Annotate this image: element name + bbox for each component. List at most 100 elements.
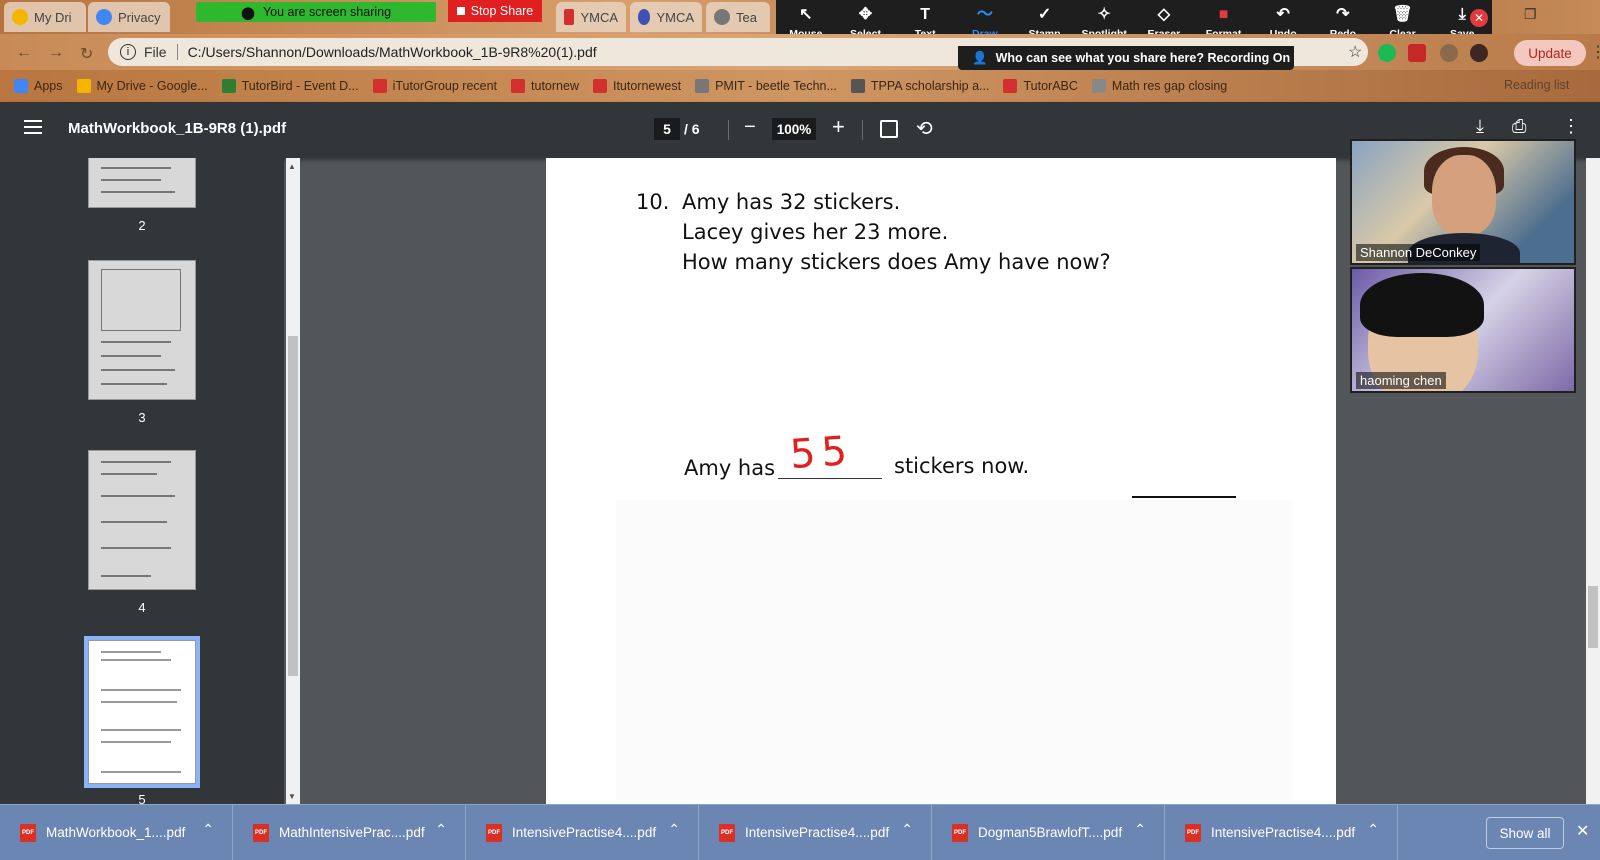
download-item[interactable]: PDF MathIntensivePrac....pdf ⌃: [233, 804, 466, 860]
stop-icon: [456, 7, 465, 15]
bookmark-item[interactable]: PMIT - beetle Techn...: [695, 79, 837, 93]
download-filename: MathIntensivePrac....pdf: [279, 825, 425, 840]
participant-video-shannon[interactable]: Shannon DeConkey: [1350, 139, 1576, 265]
page-lower-area: [616, 500, 1292, 800]
bookmark-star-icon[interactable]: ☆: [1348, 42, 1362, 62]
puzzle-icon[interactable]: [1440, 44, 1458, 62]
download-icon[interactable]: ⤓: [1476, 116, 1484, 137]
mouse-icon: ↖: [799, 5, 813, 23]
scroll-down-icon[interactable]: ▼: [288, 792, 296, 801]
recording-notice[interactable]: 👤 Who can see what you share here? Record…: [958, 46, 1294, 70]
download-filename: MathWorkbook_1....pdf: [46, 825, 186, 840]
download-item[interactable]: PDF IntensivePractise4....pdf ⌃: [699, 804, 932, 860]
profile-avatar[interactable]: [1470, 44, 1488, 62]
page-number-input[interactable]: 5: [654, 118, 680, 140]
update-button[interactable]: Update: [1514, 40, 1586, 66]
back-icon[interactable]: ←: [16, 44, 32, 62]
bookmark-icon: [511, 79, 526, 93]
thumbnail-page-4[interactable]: [88, 450, 196, 590]
info-icon[interactable]: i: [120, 44, 136, 60]
thumbnail-label: 3: [138, 410, 146, 425]
zoom-in-icon[interactable]: +: [832, 114, 845, 140]
bookmark-item[interactable]: TPPA scholarship a...: [850, 79, 989, 93]
handwritten-answer: 55: [788, 427, 855, 479]
scroll-up-icon[interactable]: ▲: [288, 162, 296, 171]
reading-list[interactable]: Reading list: [1504, 78, 1569, 92]
close-annotation-icon[interactable]: ✕: [1470, 9, 1488, 27]
bookmark-label: TutorABC: [1023, 79, 1078, 93]
restore-window-icon[interactable]: ❐: [1524, 6, 1537, 23]
chevron-up-icon[interactable]: ⌃: [1367, 821, 1379, 838]
bookmark-icon: [1003, 79, 1018, 93]
bookmark-item[interactable]: My Drive - Google...: [76, 79, 208, 93]
close-downloads-icon[interactable]: ✕: [1576, 821, 1589, 841]
tab-teams[interactable]: Tea: [706, 2, 770, 32]
browser-menu-icon[interactable]: ⋮: [1590, 42, 1600, 62]
answer-blank: [778, 478, 882, 479]
forward-icon[interactable]: →: [48, 44, 64, 62]
extension-icon[interactable]: [1378, 44, 1396, 62]
chevron-up-icon[interactable]: ⌃: [901, 821, 913, 838]
question-number: 10.: [636, 190, 670, 214]
chevron-up-icon[interactable]: ⌃: [435, 821, 447, 838]
reload-icon[interactable]: ↻: [80, 44, 93, 64]
bookmark-item[interactable]: TutorBird - Event D...: [221, 79, 359, 93]
pdf-file-icon: PDF: [952, 823, 968, 842]
eraser-icon: ◇: [1157, 5, 1171, 23]
bookmark-icon: [221, 79, 236, 93]
sidebar-scroll-thumb[interactable]: [288, 336, 298, 676]
tab-ymca-1[interactable]: YMCA: [556, 2, 626, 32]
zoom-input[interactable]: 100%: [772, 118, 816, 140]
answer-suffix: stickers now.: [894, 454, 1030, 478]
chevron-up-icon[interactable]: ⌃: [202, 821, 214, 838]
bookmark-item[interactable]: iTutorGroup recent: [372, 79, 497, 93]
bookmark-label: Itutornewest: [612, 79, 682, 93]
stop-share-button[interactable]: Stop Share: [448, 0, 542, 22]
select-icon: ✥: [858, 5, 873, 23]
url-text[interactable]: C:/Users/Shannon/Downloads/MathWorkbook_…: [188, 44, 597, 60]
bookmark-item[interactable]: Math res gap closing: [1091, 79, 1227, 93]
bookmark-item[interactable]: TutorABC: [1003, 79, 1078, 93]
rotate-icon[interactable]: ⟲: [916, 116, 933, 141]
tab-privacy[interactable]: Privacy: [88, 2, 170, 32]
download-item[interactable]: PDF IntensivePractise4....pdf ⌃: [1165, 804, 1398, 860]
address-divider: [176, 44, 178, 60]
spotlight-icon: ✧: [1097, 5, 1111, 23]
thumbnail-page-3[interactable]: [88, 260, 196, 400]
bookmark-item[interactable]: Itutornewest: [592, 79, 682, 93]
page-scrollbar[interactable]: [1586, 158, 1600, 804]
menu-icon[interactable]: [24, 120, 42, 134]
tab-my-drive[interactable]: My Dri: [4, 2, 86, 32]
download-item[interactable]: PDF MathWorkbook_1....pdf ⌃: [0, 804, 233, 860]
face-shape: [1432, 155, 1496, 235]
globe-icon: [714, 9, 730, 25]
question-line-3: How many stickers does Amy have now?: [682, 250, 1111, 274]
more-options-icon[interactable]: ⋮: [1562, 116, 1580, 137]
pdf-file-icon: PDF: [253, 823, 269, 842]
ublock-icon[interactable]: [1408, 44, 1426, 62]
pdf-file-icon: PDF: [20, 823, 36, 842]
chevron-up-icon[interactable]: ⌃: [1134, 821, 1146, 838]
download-item[interactable]: PDF Dogman5BrawlofT....pdf ⌃: [932, 804, 1165, 860]
tab-ymca-2[interactable]: YMCA: [630, 2, 702, 32]
bookmark-item[interactable]: tutornew: [511, 79, 579, 93]
download-item[interactable]: PDF IntensivePractise4....pdf ⌃: [466, 804, 699, 860]
zoom-out-icon[interactable]: −: [744, 116, 756, 139]
chevron-up-icon[interactable]: ⌃: [668, 821, 680, 838]
print-icon[interactable]: ⎙: [1512, 116, 1526, 137]
divider-line: [1132, 496, 1236, 498]
thumbnail-page-2[interactable]: [88, 158, 196, 208]
thumbnail-sidebar: 2 3 4 5: [0, 158, 284, 804]
bookmark-label: tutornew: [531, 79, 579, 93]
thumbnail-label: 4: [138, 600, 146, 615]
drive-icon: [12, 9, 28, 25]
participant-video-haoming[interactable]: haoming chen: [1350, 267, 1576, 393]
thumbnail-page-5[interactable]: [84, 636, 200, 788]
bookmark-icon: [372, 79, 387, 93]
bookmark-icon: [76, 79, 91, 93]
participant-name: haoming chen: [1356, 372, 1446, 389]
page-scroll-thumb[interactable]: [1588, 586, 1598, 648]
fit-page-icon[interactable]: [880, 120, 898, 138]
show-all-button[interactable]: Show all: [1486, 817, 1564, 849]
bookmark-item[interactable]: Apps: [14, 79, 63, 93]
